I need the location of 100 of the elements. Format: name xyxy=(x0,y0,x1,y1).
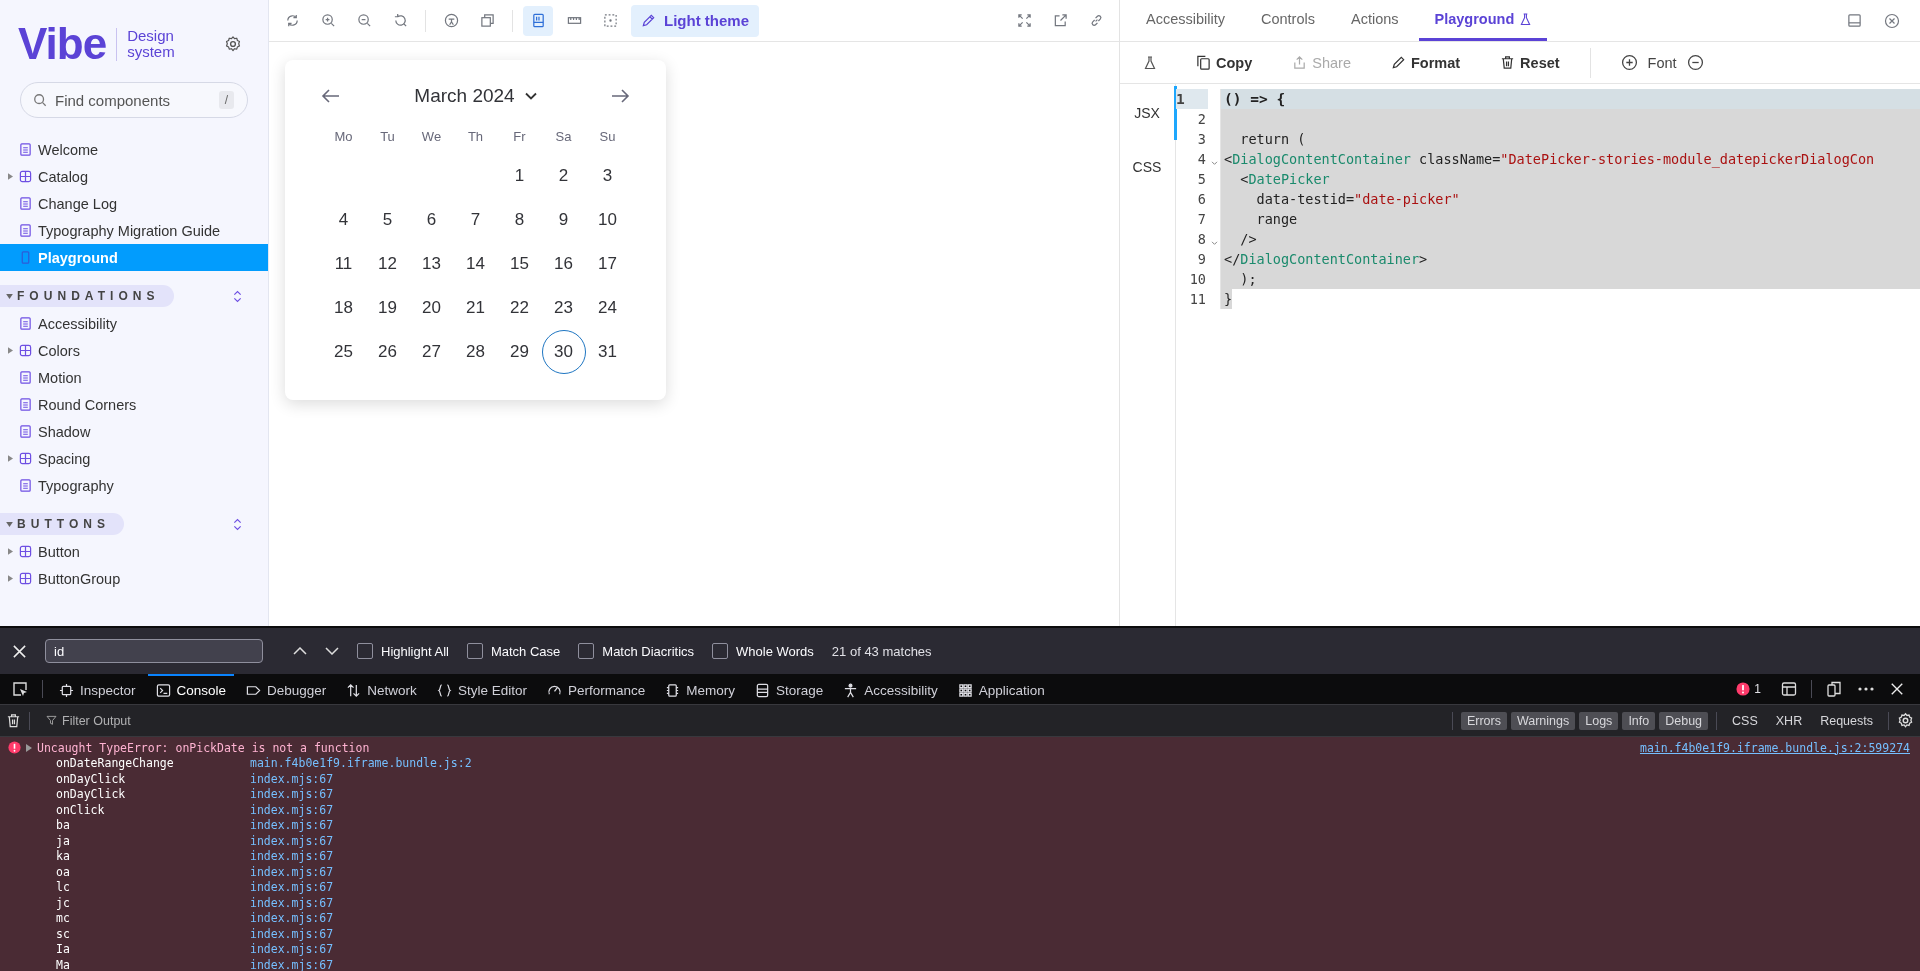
checkbox[interactable] xyxy=(712,643,729,659)
calendar-day[interactable]: 6 xyxy=(409,198,454,242)
source-link[interactable]: index.mjs:67 xyxy=(250,926,334,941)
calendar-day[interactable]: 16 xyxy=(541,242,586,286)
source-link[interactable]: index.mjs:67 xyxy=(250,802,334,817)
calendar-day[interactable]: 4 xyxy=(321,198,366,242)
source-link[interactable]: index.mjs:67 xyxy=(250,911,334,926)
panel-tab[interactable]: Actions xyxy=(1334,0,1415,41)
calendar-day[interactable]: 2 xyxy=(541,154,586,198)
panel-tab[interactable]: Playground xyxy=(1418,0,1548,41)
panel-tab[interactable]: Accessibility xyxy=(1130,0,1241,41)
sidebar-item[interactable]: Colors xyxy=(0,337,268,364)
logo[interactable]: Vibe xyxy=(18,22,107,66)
chevron-down-icon[interactable] xyxy=(325,647,339,655)
fold-caret-icon[interactable] xyxy=(1210,161,1218,166)
language-tab[interactable]: CSS xyxy=(1120,140,1177,194)
devtools-tab[interactable]: Storage xyxy=(746,674,832,704)
calendar-day[interactable]: 24 xyxy=(585,286,630,330)
log-level-toggle[interactable]: Logs xyxy=(1579,711,1619,730)
devtools-tab[interactable]: Debugger xyxy=(238,674,335,704)
settings-icon[interactable] xyxy=(224,35,242,53)
calendar-day[interactable]: 3 xyxy=(585,154,630,198)
calendar-day[interactable]: 27 xyxy=(409,330,454,374)
calendar-day[interactable]: 20 xyxy=(409,286,454,330)
checkbox[interactable] xyxy=(357,643,373,659)
action-button[interactable]: Reset xyxy=(1500,54,1560,71)
error-count[interactable]: 1 xyxy=(1736,682,1761,696)
trash-icon[interactable] xyxy=(6,713,21,728)
calendar-day[interactable]: 15 xyxy=(497,242,542,286)
dock-layout-icon[interactable] xyxy=(1781,681,1797,697)
calendar-day[interactable]: 14 xyxy=(453,242,498,286)
source-link[interactable]: index.mjs:67 xyxy=(250,787,334,802)
element-picker-icon[interactable] xyxy=(12,681,28,697)
devtools-tab[interactable]: Accessibility xyxy=(835,674,946,704)
sidebar-item[interactable]: ButtonGroup xyxy=(0,565,268,592)
calendar-day[interactable]: 13 xyxy=(409,242,454,286)
devtools-tab[interactable]: Performance xyxy=(538,674,654,704)
calendar-day[interactable]: 10 xyxy=(585,198,630,242)
checkbox[interactable] xyxy=(466,643,483,659)
calendar-day[interactable]: 17 xyxy=(585,242,630,286)
sidebar-item[interactable]: Motion xyxy=(0,364,268,391)
sidebar-item[interactable]: Typography xyxy=(0,472,268,499)
source-link[interactable]: index.mjs:67 xyxy=(250,895,334,910)
expand-collapse-icon[interactable] xyxy=(233,517,242,531)
source-link[interactable]: index.mjs:67 xyxy=(250,864,334,879)
calendar-day[interactable]: 31 xyxy=(585,330,630,374)
calendar-day[interactable]: 11 xyxy=(321,242,366,286)
sidebar-item[interactable]: Catalog xyxy=(0,163,268,190)
source-link[interactable]: index.mjs:67 xyxy=(250,818,334,833)
calendar-day[interactable]: 28 xyxy=(453,330,498,374)
calendar-day[interactable]: 19 xyxy=(365,286,410,330)
panel-layout-icon[interactable] xyxy=(1847,13,1862,28)
log-level-toggle[interactable]: Debug xyxy=(1659,711,1709,730)
calendar-day[interactable]: 22 xyxy=(497,286,542,330)
sidebar-item[interactable]: Typography Migration Guide xyxy=(0,217,268,244)
sidebar-item[interactable]: Spacing xyxy=(0,445,268,472)
source-link[interactable]: index.mjs:67 xyxy=(250,849,334,864)
source-link[interactable]: main.f4b0e1f9.iframe.bundle.js:2:599274 xyxy=(1639,740,1910,755)
fold-caret-icon[interactable] xyxy=(1210,241,1218,246)
source-link[interactable]: main.f4b0e1f9.iframe.bundle.js:2 xyxy=(250,756,472,771)
find-field[interactable]: id xyxy=(45,639,263,663)
panel-tab[interactable]: Controls xyxy=(1244,0,1331,41)
minus-icon[interactable] xyxy=(1686,54,1704,71)
chevron-up-icon[interactable] xyxy=(293,647,307,655)
section-header[interactable]: FOUNDATIONS xyxy=(0,285,174,307)
sidebar-item[interactable]: Round Corners xyxy=(0,391,268,418)
calendar-day[interactable]: 5 xyxy=(365,198,410,242)
more-icon[interactable] xyxy=(1858,687,1874,691)
calendar-day[interactable]: 8 xyxy=(497,198,542,242)
sidebar-item[interactable]: Button xyxy=(0,538,268,565)
section-header[interactable]: BUTTONS xyxy=(0,513,125,535)
expand-arrow-icon[interactable] xyxy=(26,743,32,752)
month-selector[interactable]: March 2024 xyxy=(414,85,537,107)
plus-icon[interactable] xyxy=(1620,54,1638,71)
flask-icon[interactable] xyxy=(1144,55,1156,70)
sidebar-item[interactable]: Shadow xyxy=(0,418,268,445)
filter-field[interactable]: Filter Output xyxy=(38,707,1444,734)
calendar-day[interactable]: 21 xyxy=(453,286,498,330)
calendar-day[interactable]: 9 xyxy=(541,198,586,242)
source-link[interactable]: index.mjs:67 xyxy=(250,942,334,957)
calendar-day[interactable]: 7 xyxy=(453,198,498,242)
source-link[interactable]: index.mjs:67 xyxy=(250,957,334,971)
action-button[interactable]: Format xyxy=(1390,54,1461,71)
theme-button[interactable]: Light theme xyxy=(631,4,759,37)
responsive-mode-icon[interactable] xyxy=(1826,681,1842,697)
calendar-day[interactable]: 1 xyxy=(497,154,542,198)
calendar-day[interactable]: 26 xyxy=(365,330,410,374)
devtools-tab[interactable]: Inspector xyxy=(51,674,144,704)
calendar-day[interactable]: 12 xyxy=(365,242,410,286)
request-type-toggle[interactable]: CSS xyxy=(1725,711,1765,730)
calendar-day[interactable]: 29 xyxy=(497,330,542,374)
calendar-day[interactable]: 25 xyxy=(321,330,366,374)
source-link[interactable]: index.mjs:67 xyxy=(250,880,334,895)
calendar-day[interactable]: 23 xyxy=(541,286,586,330)
expand-collapse-icon[interactable] xyxy=(233,289,242,303)
source-link[interactable]: index.mjs:67 xyxy=(250,833,334,848)
devtools-tab[interactable]: Style Editor xyxy=(428,674,535,704)
source-link[interactable]: index.mjs:67 xyxy=(250,771,334,786)
devtools-tab[interactable]: Memory xyxy=(657,674,743,704)
request-type-toggle[interactable]: Requests xyxy=(1813,711,1880,730)
